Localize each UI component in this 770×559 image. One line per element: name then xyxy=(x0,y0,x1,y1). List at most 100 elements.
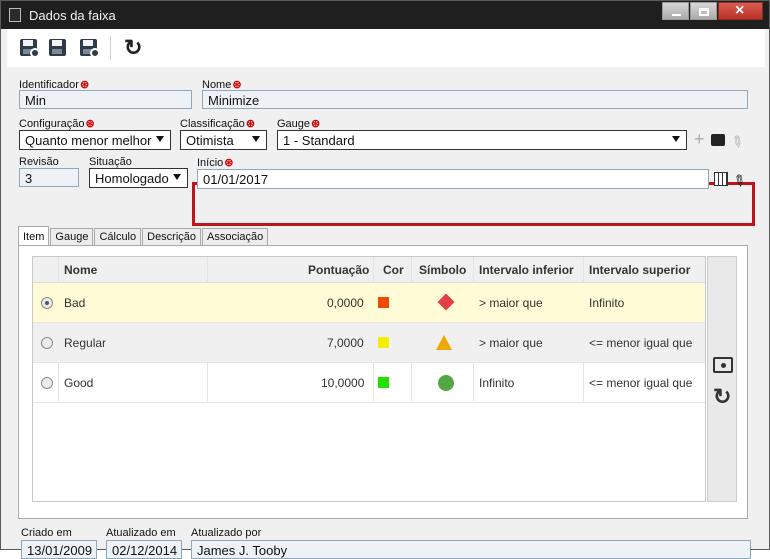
inicio-date-field[interactable]: 01/01/2017 xyxy=(197,169,709,189)
refresh-icon[interactable]: ↻ xyxy=(713,384,731,410)
window: Dados da faixa × ↻ Identificador⊛ Min No… xyxy=(0,0,770,559)
row-intervalo-superior: Infinito xyxy=(589,296,625,310)
criado-em-label: Criado em xyxy=(21,527,72,539)
situacao-value: Homologado xyxy=(95,171,169,186)
row-nome: Good xyxy=(64,376,94,390)
triangle-icon xyxy=(436,335,452,350)
tab-item[interactable]: Item xyxy=(18,226,50,246)
row-radio-button[interactable] xyxy=(41,377,53,389)
header-simbolo[interactable]: Símbolo xyxy=(419,263,466,277)
nome-field[interactable]: Minimize xyxy=(202,90,748,109)
diamond-icon xyxy=(437,293,455,311)
header-intervalo-inferior[interactable]: Intervalo inferior xyxy=(479,263,574,277)
header-pontuacao[interactable]: Pontuação xyxy=(308,263,369,277)
minimize-button[interactable] xyxy=(662,2,689,20)
clear-date-button[interactable]: ✎ xyxy=(729,170,749,192)
row-intervalo-superior: <= menor igual que xyxy=(589,376,693,390)
gauge-value: 1 - Standard xyxy=(283,133,355,148)
form-area: Identificador⊛ Min Nome⊛ Minimize Config… xyxy=(7,67,765,559)
header-cor[interactable]: Cor xyxy=(383,263,404,277)
table-row[interactable]: Regular 7,0000 > maior que <= menor igua… xyxy=(33,323,705,363)
tab-descricao[interactable]: Descrição xyxy=(142,228,202,246)
binoculars-icon xyxy=(711,134,725,146)
circle-icon xyxy=(438,375,454,391)
view-window-icon[interactable] xyxy=(713,357,733,373)
tab-gauge[interactable]: Gauge xyxy=(50,228,94,246)
grid-header: Nome Pontuação Cor Símbolo Intervalo inf… xyxy=(33,257,705,283)
table-row[interactable]: Bad 0,0000 > maior que Infinito xyxy=(33,283,705,323)
required-icon: ⊛ xyxy=(311,118,321,130)
revisao-label: Revisão xyxy=(19,156,59,168)
maximize-icon xyxy=(699,8,709,16)
toolbar: ↻ xyxy=(7,29,765,67)
window-title: Dados da faixa xyxy=(29,8,116,23)
required-icon: ⊛ xyxy=(85,118,95,130)
minimize-icon xyxy=(672,14,681,16)
floppy-disk-icon xyxy=(49,39,66,56)
row-radio-button[interactable] xyxy=(41,297,53,309)
save-close-button[interactable] xyxy=(78,37,100,59)
dropdown-arrow-icon xyxy=(173,174,181,180)
identificador-field[interactable]: Min xyxy=(19,90,192,109)
table-row[interactable]: Good 10,0000 Infinito <= menor igual que xyxy=(33,363,705,403)
save-new-button[interactable] xyxy=(18,37,40,59)
close-icon: × xyxy=(735,2,745,19)
row-color-swatch xyxy=(378,377,389,388)
required-icon: ⊛ xyxy=(245,118,256,130)
situacao-select[interactable]: Homologado xyxy=(89,168,188,188)
item-tab-panel: Nome Pontuação Cor Símbolo Intervalo inf… xyxy=(18,245,748,519)
classificacao-value: Otimista xyxy=(186,133,234,148)
configuracao-value: Quanto menor melhor xyxy=(25,133,152,148)
calendar-button[interactable] xyxy=(712,170,730,188)
calendar-icon xyxy=(714,172,728,186)
close-badge-icon xyxy=(90,48,100,58)
client-area: ↻ Identificador⊛ Min Nome⊛ Minimize Conf… xyxy=(7,29,765,559)
dropdown-arrow-icon xyxy=(156,136,164,142)
row-intervalo-superior: <= menor igual que xyxy=(589,336,693,350)
row-intervalo-inferior: > maior que xyxy=(479,296,543,310)
row-intervalo-inferior: Infinito xyxy=(479,376,515,390)
configuracao-select[interactable]: Quanto menor melhor xyxy=(19,130,171,150)
toolbar-separator xyxy=(110,36,111,60)
gauge-label: Gauge⊛ xyxy=(277,118,321,130)
row-nome: Regular xyxy=(64,336,107,350)
atualizado-em-label: Atualizado em xyxy=(106,527,176,539)
row-nome: Bad xyxy=(64,296,86,310)
dropdown-arrow-icon xyxy=(252,136,260,142)
atualizado-por-label: Atualizado por xyxy=(191,527,262,539)
maximize-button[interactable] xyxy=(690,2,717,20)
required-icon: ⊛ xyxy=(224,157,234,169)
tab-bar: Item Gauge Cálculo Descrição Associação xyxy=(18,226,269,246)
row-pontuacao: 0,0000 xyxy=(327,296,364,310)
eraser-icon: ✎ xyxy=(726,131,748,153)
header-intervalo-superior[interactable]: Intervalo superior xyxy=(589,263,690,277)
header-nome[interactable]: Nome xyxy=(64,263,97,277)
title-bar: Dados da faixa × xyxy=(1,1,769,29)
inicio-label: Início⊛ xyxy=(197,157,234,169)
row-pontuacao: 10,0000 xyxy=(321,376,365,390)
plus-icon: + xyxy=(694,129,705,149)
save-button[interactable] xyxy=(47,37,69,59)
close-button[interactable]: × xyxy=(718,2,763,20)
refresh-icon: ↻ xyxy=(124,35,143,60)
configuracao-label: Configuração⊛ xyxy=(19,118,95,130)
window-icon xyxy=(9,8,21,22)
revisao-field[interactable]: 3 xyxy=(19,168,79,187)
grid-side-toolbar: ↻ xyxy=(707,256,737,502)
tab-calculo[interactable]: Cálculo xyxy=(94,228,142,246)
gauge-select[interactable]: 1 - Standard xyxy=(277,130,687,150)
refresh-button[interactable]: ↻ xyxy=(123,37,145,59)
row-intervalo-inferior: > maior que xyxy=(479,336,543,350)
add-gauge-button[interactable]: + xyxy=(690,129,708,149)
search-gauge-button[interactable] xyxy=(709,131,727,149)
situacao-label: Situação xyxy=(89,156,132,168)
tab-associacao[interactable]: Associação xyxy=(202,228,269,246)
plus-badge-icon xyxy=(30,48,40,58)
row-radio-button[interactable] xyxy=(41,337,53,349)
classificacao-select[interactable]: Otimista xyxy=(180,130,267,150)
row-color-swatch xyxy=(378,297,389,308)
row-pontuacao: 7,0000 xyxy=(327,336,364,350)
window-controls: × xyxy=(662,2,763,20)
dropdown-arrow-icon xyxy=(672,136,680,142)
clear-gauge-button[interactable]: ✎ xyxy=(727,131,747,153)
